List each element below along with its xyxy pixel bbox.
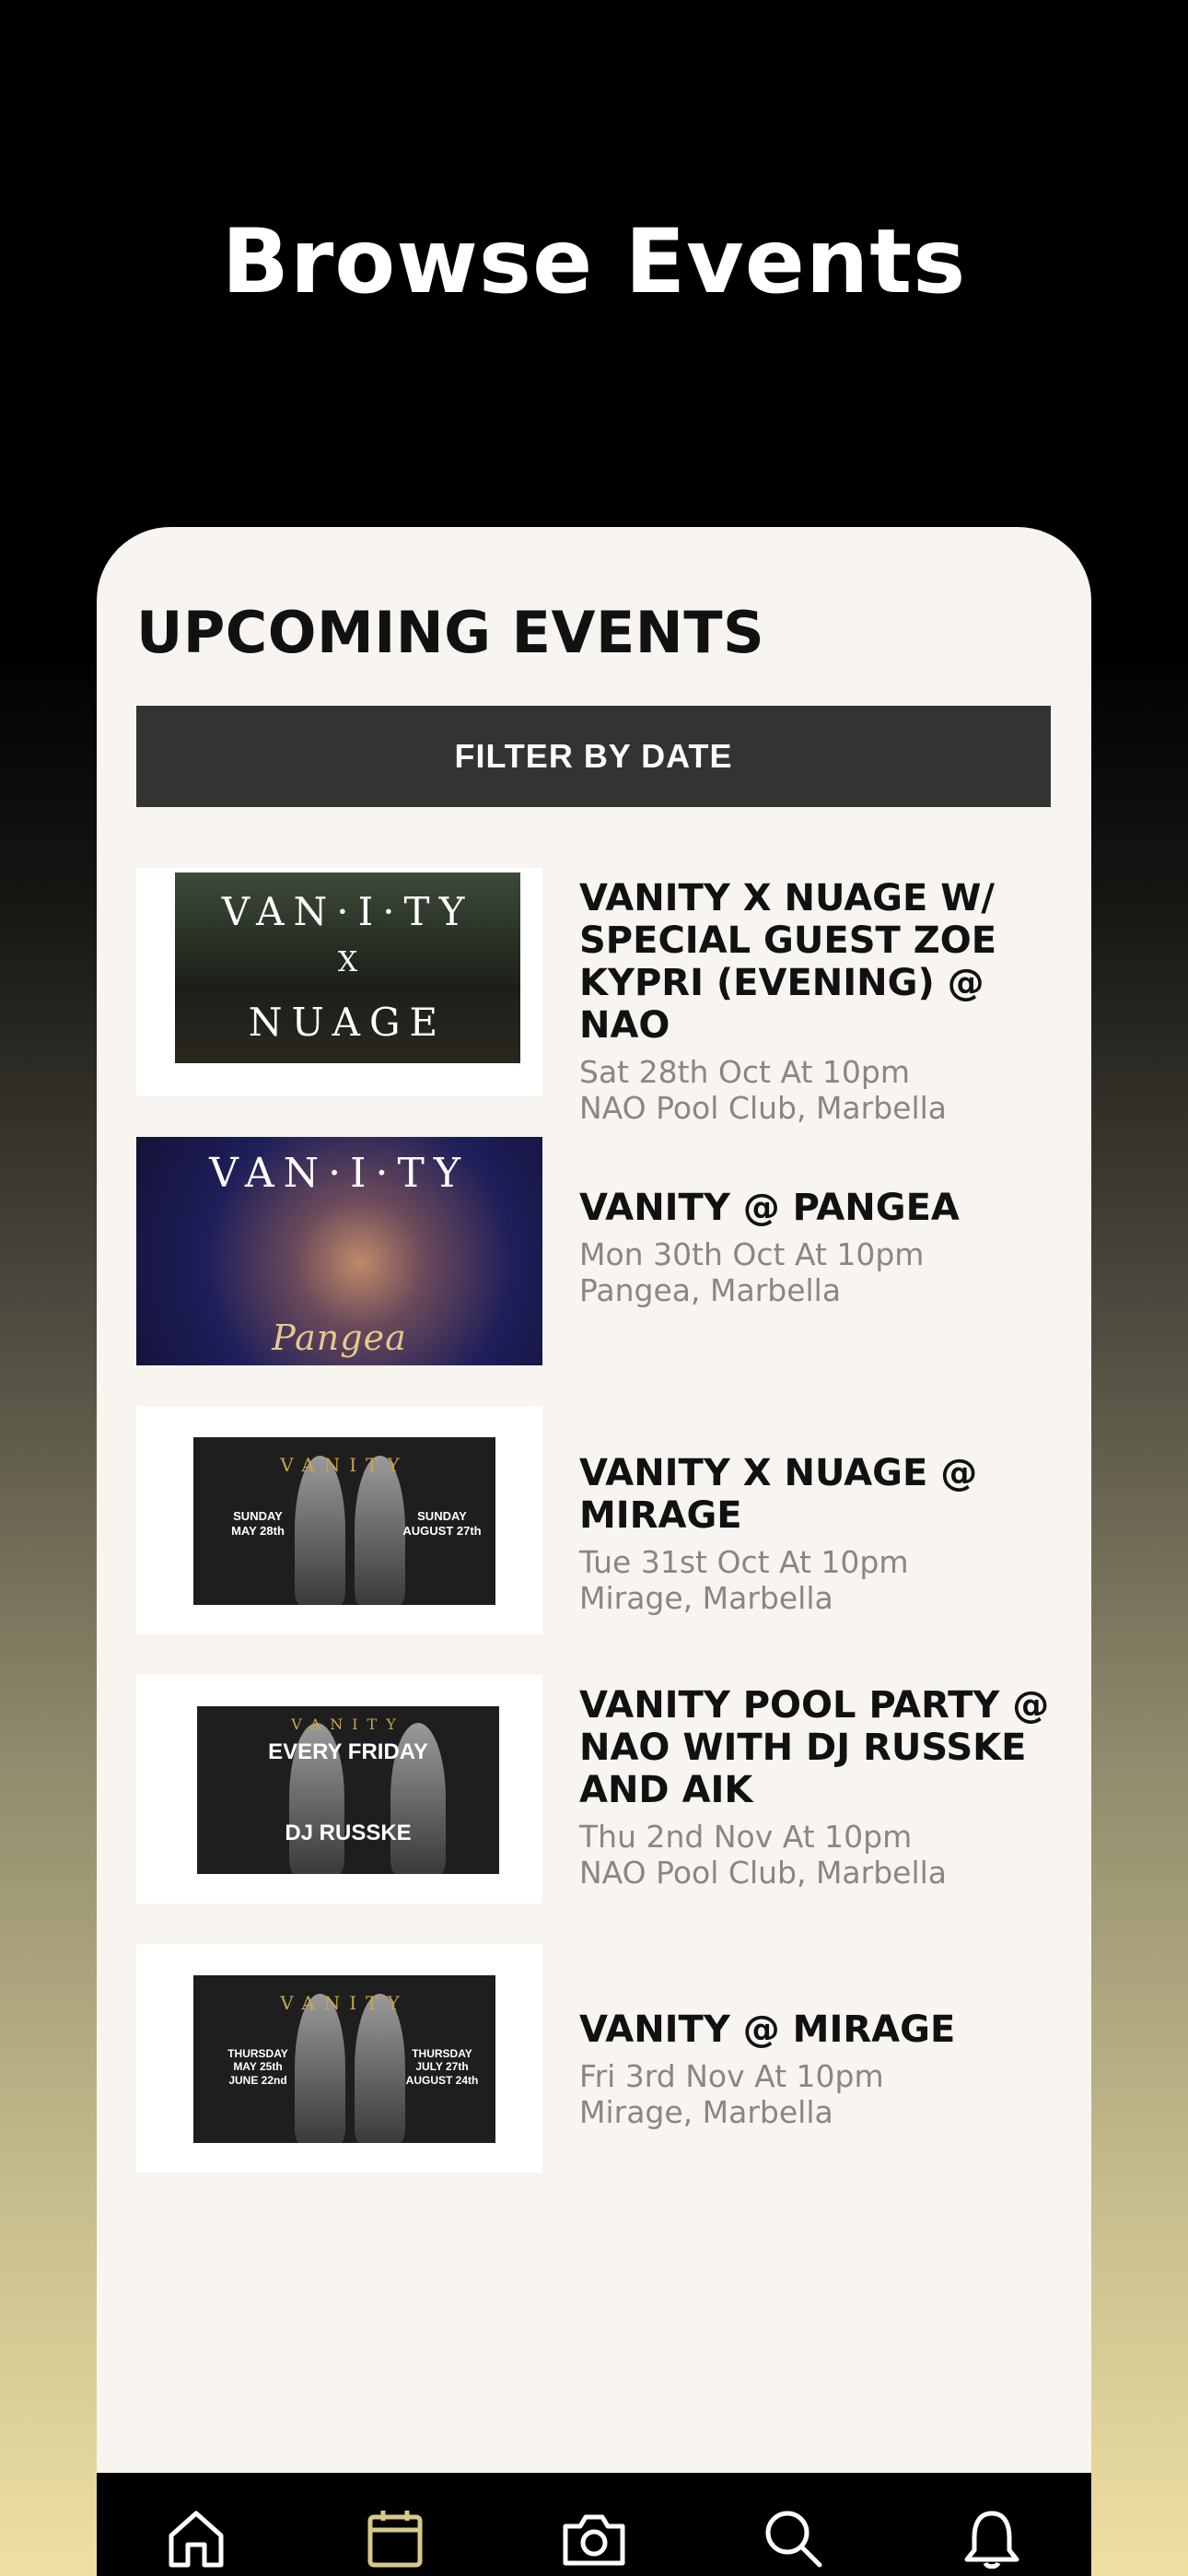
event-artwork: VANITY EVERY FRIDAY DJ RUSSKE: [197, 1706, 499, 1874]
event-thumbnail[interactable]: VANITY EVERY FRIDAY DJ RUSSKE: [136, 1675, 542, 1903]
event-thumbnail[interactable]: VANITY THURSDAY MAY 25th JUNE 22nd THURS…: [136, 1944, 542, 2172]
event-venue: Mirage, Marbella: [579, 1580, 833, 1616]
event-venue: NAO Pool Club, Marbella: [579, 1090, 948, 1126]
event-venue: Mirage, Marbella: [579, 2094, 833, 2130]
event-item[interactable]: VAN·I·TY Pangea VANITY @ PANGEA Mon 30th…: [136, 1137, 1057, 1365]
artwork-dj-text: DJ RUSSKE: [285, 1821, 412, 1845]
events-card: UPCOMING EVENTS FILTER BY DATE VAN·I·TY …: [97, 527, 1091, 2576]
event-item[interactable]: VAN·I·TY X NUAGE VANITY X NUAGE W/ SPECI…: [136, 868, 1057, 1126]
artwork-date-right: THURSDAY JULY 27th AUGUST 24th: [405, 2047, 479, 2087]
calendar-icon: [367, 2511, 423, 2568]
event-info: VANITY X NUAGE W/ SPECIAL GUEST ZOE KYPR…: [579, 877, 1058, 1126]
artwork-brand-text: VANITY: [280, 1992, 409, 2014]
artwork-brand-text: VANITY: [291, 1715, 405, 1733]
nav-home[interactable]: [155, 2508, 238, 2576]
nav-camera[interactable]: [553, 2508, 635, 2576]
event-venue: NAO Pool Club, Marbella: [579, 1855, 948, 1891]
event-name: VANITY @ PANGEA: [579, 1187, 960, 1229]
event-artwork: VAN·I·TY X NUAGE: [175, 872, 520, 1063]
event-name: VANITY POOL PARTY @ NAO WITH DJ RUSSKE A…: [579, 1684, 1050, 1811]
event-info: VANITY @ MIRAGE Fri 3rd Nov At 10pm Mira…: [579, 2008, 1058, 2130]
event-venue: Pangea, Marbella: [579, 1272, 842, 1308]
page-title: Browse Events: [221, 210, 967, 313]
event-artwork: VAN·I·TY Pangea: [136, 1137, 542, 1365]
event-thumbnail[interactable]: VANITY SUNDAY MAY 28th SUNDAY AUGUST 27t…: [136, 1406, 542, 1634]
search-icon: [765, 2511, 822, 2568]
home-icon: [169, 2511, 224, 2568]
bottom-nav: [97, 2473, 1091, 2576]
artwork-partner-text: Pangea: [272, 1317, 407, 1358]
event-name: VANITY @ MIRAGE: [579, 2008, 956, 2051]
artwork-partner-text: NUAGE: [248, 1000, 448, 1045]
section-title: UPCOMING EVENTS: [136, 599, 765, 666]
event-info: VANITY @ PANGEA Mon 30th Oct At 10pm Pan…: [579, 1187, 1058, 1308]
artwork-date-left: SUNDAY MAY 28th: [231, 1509, 285, 1538]
event-item[interactable]: VANITY THURSDAY MAY 25th JUNE 22nd THURS…: [136, 1944, 1057, 2172]
event-artwork: VANITY THURSDAY MAY 25th JUNE 22nd THURS…: [193, 1975, 495, 2143]
event-info: VANITY X NUAGE @ MIRAGE Tue 31st Oct At …: [579, 1452, 1058, 1616]
event-thumbnail[interactable]: VAN·I·TY X NUAGE: [136, 868, 542, 1096]
nav-notifications[interactable]: [950, 2508, 1033, 2576]
artwork-headline: EVERY FRIDAY: [268, 1739, 428, 1764]
event-name: VANITY X NUAGE @ MIRAGE: [579, 1452, 978, 1537]
camera-icon: [563, 2514, 625, 2566]
artwork-x-text: X: [337, 946, 358, 978]
event-date: Thu 2nd Nov At 10pm: [579, 1819, 913, 1855]
event-date: Tue 31st Oct At 10pm: [579, 1544, 909, 1580]
filter-by-date-button[interactable]: FILTER BY DATE: [136, 706, 1051, 807]
event-date: Sat 28th Oct At 10pm: [579, 1054, 910, 1090]
artwork-brand-text: VANITY: [280, 1454, 409, 1476]
event-artwork: VANITY SUNDAY MAY 28th SUNDAY AUGUST 27t…: [193, 1437, 495, 1605]
event-item[interactable]: VANITY EVERY FRIDAY DJ RUSSKE VANITY POO…: [136, 1675, 1057, 1903]
event-date: Fri 3rd Nov At 10pm: [579, 2058, 884, 2094]
bell-icon: [964, 2511, 1019, 2569]
artwork-date-left: THURSDAY MAY 25th JUNE 22nd: [227, 2047, 288, 2087]
event-thumbnail[interactable]: VAN·I·TY Pangea: [136, 1137, 542, 1365]
event-info: VANITY POOL PARTY @ NAO WITH DJ RUSSKE A…: [579, 1684, 1058, 1891]
nav-search[interactable]: [751, 2508, 834, 2576]
artwork-brand-text: VAN·I·TY: [221, 889, 474, 934]
artwork-brand-text: VAN·I·TY: [209, 1150, 470, 1197]
artwork-date-right: SUNDAY AUGUST 27th: [402, 1509, 482, 1538]
event-date: Mon 30th Oct At 10pm: [579, 1236, 925, 1272]
nav-calendar[interactable]: [354, 2508, 437, 2576]
event-item[interactable]: VANITY SUNDAY MAY 28th SUNDAY AUGUST 27t…: [136, 1406, 1057, 1634]
event-name: VANITY X NUAGE W/ SPECIAL GUEST ZOE KYPR…: [579, 877, 997, 1047]
